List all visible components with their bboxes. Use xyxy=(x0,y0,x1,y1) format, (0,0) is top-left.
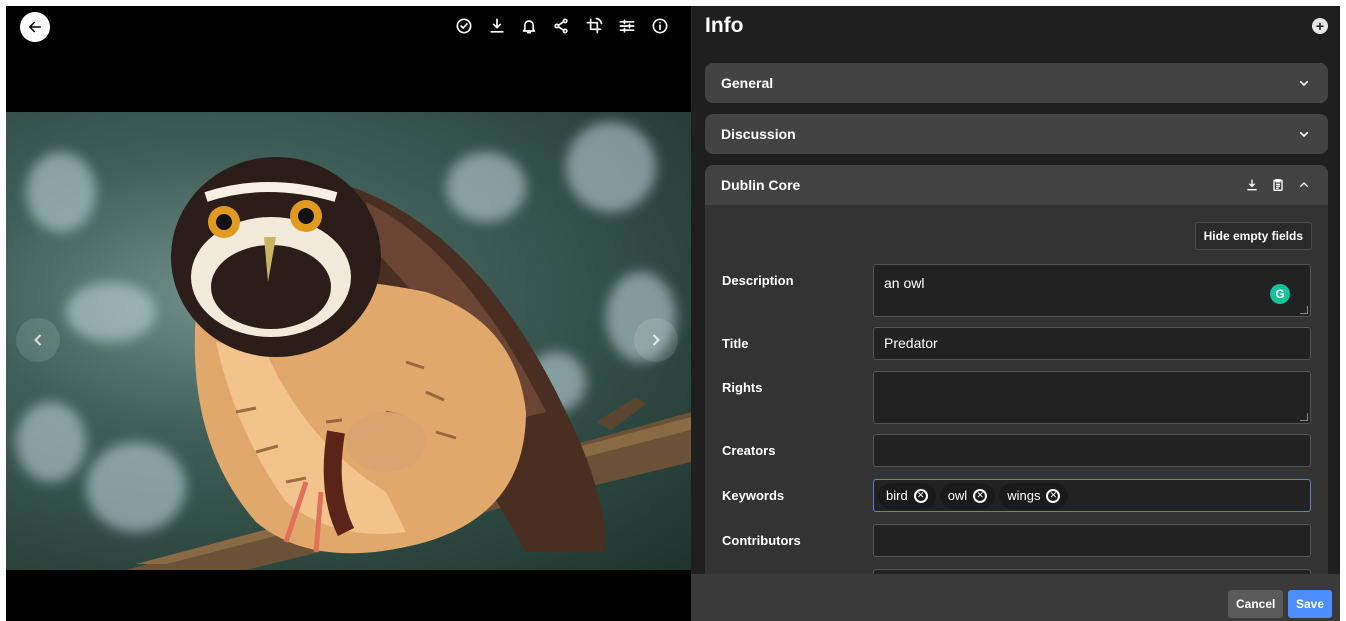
description-value: an owl xyxy=(884,275,925,291)
panel-title: Info xyxy=(705,14,744,37)
description-field[interactable]: an owl G xyxy=(873,264,1311,317)
creators-label: Creators xyxy=(722,443,776,458)
hide-empty-fields-button[interactable]: Hide empty fields xyxy=(1194,222,1312,250)
section-dublin-core-label: Dublin Core xyxy=(721,177,801,193)
chevron-down-icon[interactable] xyxy=(1296,75,1312,91)
download-icon[interactable] xyxy=(483,12,511,40)
info-panel: Info + General Discussion Dublin Core Hi… xyxy=(691,6,1340,621)
plus-circle-icon[interactable]: + xyxy=(1312,18,1328,34)
panel-footer: Cancel Save xyxy=(691,574,1340,621)
chevron-left-icon[interactable] xyxy=(16,318,60,362)
sliders-icon[interactable] xyxy=(613,12,641,40)
resize-handle[interactable] xyxy=(1300,306,1308,314)
contributors-label: Contributors xyxy=(722,533,801,548)
download-icon[interactable] xyxy=(1244,177,1260,193)
owl-photo xyxy=(6,112,691,570)
crop-rotate-icon[interactable] xyxy=(580,12,608,40)
keyword-chip-label: owl xyxy=(947,488,968,503)
check-circle-icon[interactable] xyxy=(450,12,478,40)
grammarly-icon[interactable]: G xyxy=(1270,284,1290,304)
back-arrow-icon[interactable] xyxy=(20,12,50,42)
keyword-chip: bird ✕ xyxy=(878,482,936,509)
resize-handle[interactable] xyxy=(1300,413,1308,421)
contributors-field[interactable] xyxy=(873,524,1311,557)
section-general[interactable]: General xyxy=(705,63,1328,103)
section-discussion[interactable]: Discussion xyxy=(705,114,1328,154)
clipboard-icon[interactable] xyxy=(1270,177,1286,193)
dublin-core-form: Hide empty fields Description an owl G T… xyxy=(705,205,1328,602)
section-dublin-core[interactable]: Dublin Core xyxy=(705,165,1328,205)
keyword-chip-label: wings xyxy=(1007,488,1041,503)
remove-chip-icon[interactable]: ✕ xyxy=(1046,488,1061,503)
remove-chip-icon[interactable]: ✕ xyxy=(973,488,988,503)
rights-field[interactable] xyxy=(873,371,1311,424)
bell-icon[interactable] xyxy=(515,12,543,40)
rights-label: Rights xyxy=(722,380,763,395)
keyword-chip: owl ✕ xyxy=(939,482,996,509)
creators-field[interactable] xyxy=(873,434,1311,467)
keyword-chip-label: bird xyxy=(886,488,908,503)
app-frame: Info + General Discussion Dublin Core Hi… xyxy=(6,6,1340,621)
owl-illustration xyxy=(126,157,691,570)
chevron-up-icon[interactable] xyxy=(1296,177,1312,193)
save-button[interactable]: Save xyxy=(1288,590,1333,618)
title-label: Title xyxy=(722,336,749,351)
title-field[interactable]: Predator xyxy=(873,327,1311,360)
info-icon[interactable] xyxy=(646,12,674,40)
remove-chip-icon[interactable]: ✕ xyxy=(913,488,928,503)
keywords-field[interactable]: bird ✕ owl ✕ wings ✕ xyxy=(873,479,1311,512)
section-discussion-label: Discussion xyxy=(721,126,796,142)
chevron-down-icon[interactable] xyxy=(1296,126,1312,142)
keyword-chip: wings ✕ xyxy=(999,482,1069,509)
image-viewer xyxy=(6,6,691,621)
share-icon[interactable] xyxy=(547,12,575,40)
title-value: Predator xyxy=(884,335,938,351)
keywords-label: Keywords xyxy=(722,488,785,503)
description-label: Description xyxy=(722,273,794,288)
chevron-right-icon[interactable] xyxy=(634,318,678,362)
cancel-button[interactable]: Cancel xyxy=(1228,590,1284,618)
section-general-label: General xyxy=(721,75,774,91)
